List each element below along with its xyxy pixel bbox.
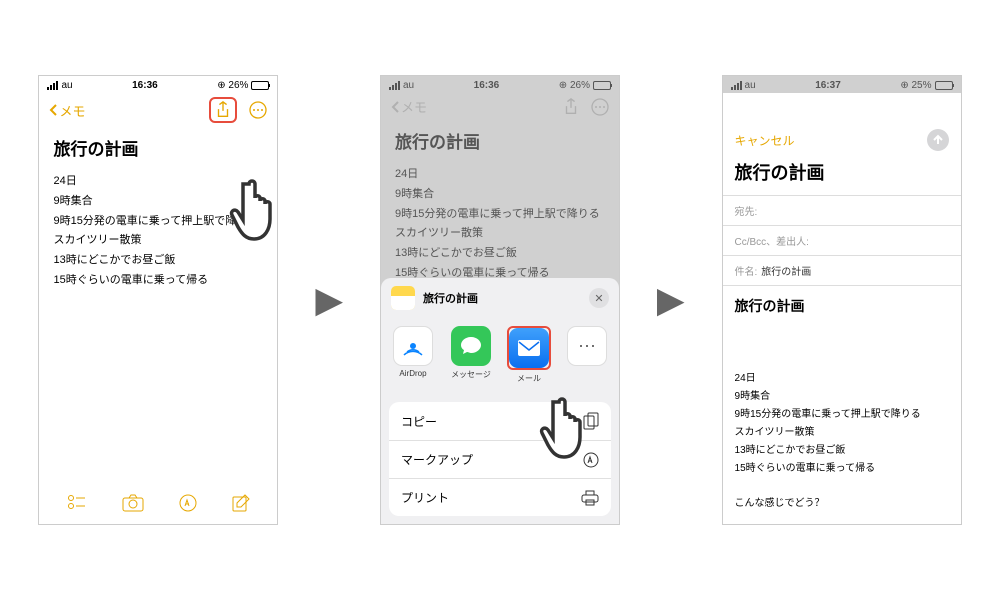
share-apps: AirDrop メッセージ メール ⋯ bbox=[381, 318, 619, 394]
battery-percent: ⊕ 26% bbox=[217, 80, 248, 91]
phone-compose: au 16:37 ⊕ 25% キャンセル 旅行の計画 宛先: Cc/Bcc、差出… bbox=[722, 75, 962, 525]
battery-icon bbox=[593, 81, 611, 90]
body-line: スカイツリー散策 bbox=[735, 424, 949, 442]
compose-title: 旅行の計画 bbox=[723, 155, 961, 195]
compose-body[interactable]: 24日 9時集合 9時15分発の電車に乗って押上駅で降りる スカイツリー散策 1… bbox=[723, 320, 961, 486]
arrow-icon: ▶ bbox=[657, 279, 685, 321]
back-button[interactable]: メモ bbox=[49, 101, 85, 120]
arrow-icon: ▶ bbox=[315, 279, 343, 321]
share-icon bbox=[215, 101, 231, 119]
share-actions: コピー マークアップ プリント bbox=[389, 402, 611, 516]
status-time: 16:37 bbox=[815, 80, 841, 91]
note-line: 24日 bbox=[395, 165, 605, 185]
note-body[interactable]: 24日 9時集合 9時15分発の電車に乗って押上駅で降りる スカイツリー散策 1… bbox=[39, 168, 277, 295]
note-title: 旅行の計画 bbox=[39, 129, 277, 168]
cancel-button[interactable]: キャンセル bbox=[735, 132, 795, 149]
signal-icon bbox=[731, 81, 742, 90]
nav-bar: メモ bbox=[381, 93, 619, 122]
status-time: 16:36 bbox=[474, 80, 500, 91]
note-title: 旅行の計画 bbox=[381, 122, 619, 161]
note-line: 13時にどこかでお昼ご飯 bbox=[395, 244, 605, 264]
share-icon bbox=[563, 98, 579, 116]
close-button[interactable]: ✕ bbox=[589, 288, 609, 308]
to-field[interactable]: 宛先: bbox=[723, 195, 961, 225]
note-line: 13時にどこかでお昼ご飯 bbox=[53, 251, 263, 271]
carrier: au bbox=[745, 80, 756, 91]
more-app[interactable]: ⋯ bbox=[561, 326, 613, 384]
markup-action[interactable]: マークアップ bbox=[389, 441, 611, 479]
battery-icon bbox=[935, 81, 953, 90]
more-icon[interactable] bbox=[249, 101, 267, 119]
note-thumb-icon bbox=[391, 286, 415, 310]
note-line: 9時15分発の電車に乗って押上駅で降りる bbox=[53, 212, 263, 232]
status-time: 16:36 bbox=[132, 80, 158, 91]
compose-icon[interactable] bbox=[232, 494, 250, 512]
print-action[interactable]: プリント bbox=[389, 479, 611, 516]
note-line: 9時集合 bbox=[395, 185, 605, 205]
messages-app[interactable]: メッセージ bbox=[445, 326, 497, 384]
chevron-left-icon bbox=[49, 104, 57, 116]
status-bar: au 16:36 ⊕ 26% bbox=[381, 76, 619, 93]
body-line: 24日 bbox=[735, 370, 949, 388]
body-line: 13時にどこかでお昼ご飯 bbox=[735, 442, 949, 460]
compose-sheet: キャンセル 旅行の計画 宛先: Cc/Bcc、差出人: 件名: 旅行の計画 旅行… bbox=[723, 121, 961, 524]
share-header: 旅行の計画 ✕ bbox=[381, 278, 619, 318]
copy-action[interactable]: コピー bbox=[389, 402, 611, 441]
body-line: 15時ぐらいの電車に乗って帰る bbox=[735, 460, 949, 478]
status-bar: au 16:36 ⊕ 26% bbox=[39, 76, 277, 93]
note-body: 24日 9時集合 9時15分発の電車に乗って押上駅で降りる スカイツリー散策 1… bbox=[381, 161, 619, 288]
airdrop-app[interactable]: AirDrop bbox=[387, 326, 439, 384]
note-line: スカイツリー散策 bbox=[395, 224, 605, 244]
battery-percent: ⊕ 26% bbox=[559, 80, 590, 91]
mail-icon bbox=[516, 338, 542, 358]
carrier: au bbox=[61, 80, 72, 91]
arrow-up-icon bbox=[932, 134, 944, 146]
share-title: 旅行の計画 bbox=[423, 290, 581, 306]
note-line: スカイツリー散策 bbox=[53, 231, 263, 251]
phone-notes: au 16:36 ⊕ 26% メモ 旅行の計画 24日 9時集合 9時15分発の… bbox=[38, 75, 278, 525]
toolbar bbox=[39, 482, 277, 524]
note-line: 9時集合 bbox=[53, 192, 263, 212]
status-bar: au 16:37 ⊕ 25% bbox=[723, 76, 961, 93]
battery-percent: ⊕ 25% bbox=[900, 80, 931, 91]
more-icon bbox=[591, 98, 609, 116]
note-line: 24日 bbox=[53, 172, 263, 192]
camera-icon[interactable] bbox=[122, 494, 144, 512]
share-sheet: 旅行の計画 ✕ AirDrop メッセージ bbox=[381, 278, 619, 524]
compose-footer: こんな感じでどう？ bbox=[723, 486, 961, 517]
chevron-left-icon bbox=[391, 101, 399, 113]
messages-icon bbox=[459, 334, 483, 358]
send-button[interactable] bbox=[927, 129, 949, 151]
markup-icon bbox=[583, 452, 599, 468]
body-line: 9時15分発の電車に乗って押上駅で降りる bbox=[735, 406, 949, 424]
cc-field[interactable]: Cc/Bcc、差出人: bbox=[723, 225, 961, 255]
draw-icon[interactable] bbox=[179, 494, 197, 512]
carrier: au bbox=[403, 80, 414, 91]
body-line: 9時集合 bbox=[735, 388, 949, 406]
share-button[interactable] bbox=[209, 97, 237, 123]
back-button: メモ bbox=[391, 97, 427, 116]
battery-icon bbox=[251, 81, 269, 90]
signal-icon bbox=[389, 81, 400, 90]
copy-icon bbox=[583, 412, 599, 430]
airdrop-icon bbox=[400, 333, 426, 359]
note-line: 9時15分発の電車に乗って押上駅で降りる bbox=[395, 205, 605, 225]
note-line: 15時ぐらいの電車に乗って帰る bbox=[53, 271, 263, 291]
body-title: 旅行の計画 bbox=[723, 286, 961, 320]
checklist-icon[interactable] bbox=[67, 494, 87, 512]
mail-app[interactable]: メール bbox=[503, 326, 555, 384]
subject-field[interactable]: 件名: 旅行の計画 bbox=[723, 255, 961, 286]
phone-share: au 16:36 ⊕ 26% メモ 旅行の計画 24日 9時集合 9時15分発の… bbox=[380, 75, 620, 525]
nav-bar: メモ bbox=[39, 93, 277, 129]
signal-icon bbox=[47, 81, 58, 90]
print-icon bbox=[581, 490, 599, 506]
